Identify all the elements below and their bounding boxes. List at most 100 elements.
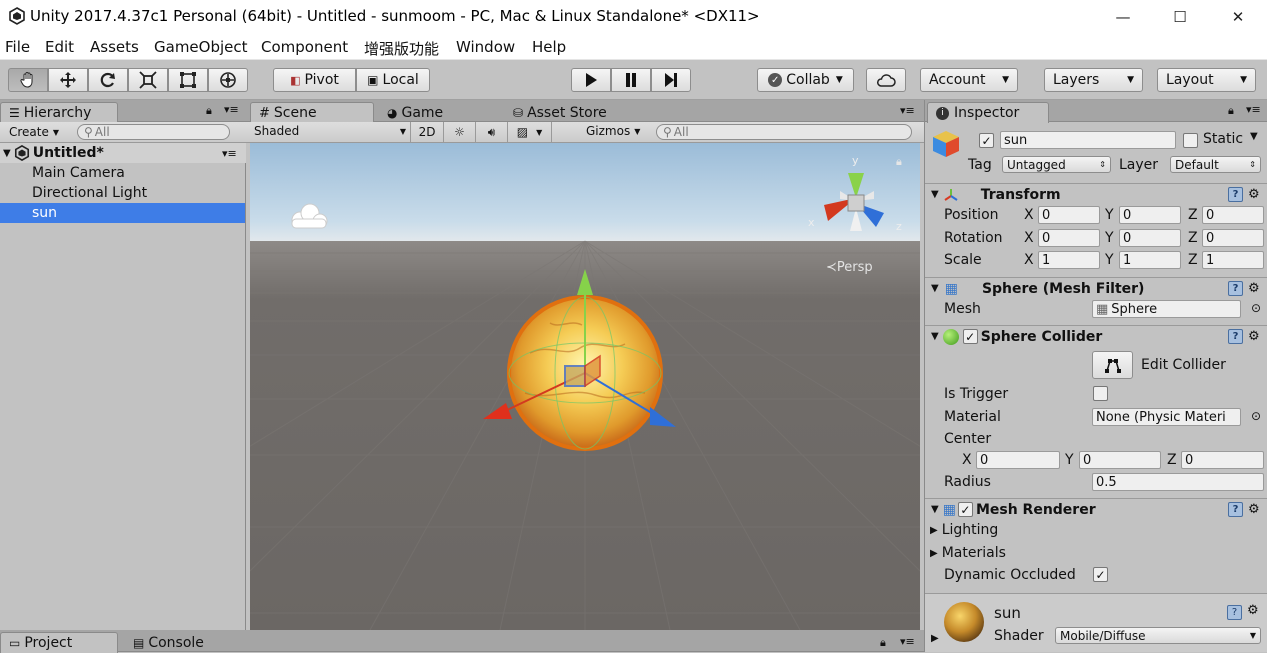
lock-icon[interactable]: 🔒︎	[206, 104, 212, 118]
create-dropdown[interactable]: Create ▼	[9, 125, 59, 139]
hierarchy-search-input[interactable]: ⚲ All	[77, 124, 230, 140]
position-y-field[interactable]: 0	[1119, 206, 1181, 224]
sphere-collider-enabled-checkbox[interactable]: ✓	[962, 329, 978, 344]
tab-scene[interactable]: # Scene	[250, 102, 374, 123]
active-checkbox[interactable]: ✓	[979, 133, 994, 148]
scale-tool-button[interactable]	[128, 68, 168, 92]
transform-header[interactable]: ▼ Transform ? ⚙	[925, 183, 1267, 205]
scale-y-field[interactable]: 1	[1119, 251, 1181, 269]
rotation-y-field[interactable]: 0	[1119, 229, 1181, 247]
menu-gameobject[interactable]: GameObject	[154, 38, 248, 56]
move-tool-button[interactable]	[48, 68, 88, 92]
collapse-arrow-icon[interactable]: ▶	[931, 633, 939, 644]
scene-viewport[interactable]: y x z ≺Persp 🔒︎	[250, 143, 920, 630]
edit-collider-button[interactable]	[1092, 351, 1133, 379]
menu-file[interactable]: File	[5, 38, 30, 56]
lock-icon[interactable]: 🔒︎	[896, 155, 902, 169]
lighting-foldout[interactable]: ▶ Lighting	[930, 522, 998, 538]
mesh-renderer-enabled-checkbox[interactable]: ✓	[957, 502, 973, 517]
tab-project[interactable]: ▭ Project	[0, 632, 118, 653]
hand-tool-button[interactable]	[8, 68, 48, 92]
menu-enhanced[interactable]: 增强版功能	[364, 38, 439, 59]
lock-icon[interactable]: 🔒︎	[1228, 104, 1234, 118]
rect-tool-button[interactable]	[168, 68, 208, 92]
pivot-toggle[interactable]: ◧ Pivot	[273, 68, 356, 92]
lock-icon[interactable]: 🔒︎	[880, 636, 886, 650]
hierarchy-item[interactable]: Directional Light	[0, 183, 245, 203]
materials-foldout[interactable]: ▶ Materials	[930, 545, 1006, 561]
scene-root-row[interactable]: ▼ Untitled* ▾≡	[0, 143, 246, 163]
mesh-field[interactable]: ▦ Sphere	[1092, 300, 1241, 318]
sphere-collider-header[interactable]: ▼ ✓ Sphere Collider ? ⚙	[925, 325, 1267, 347]
mesh-filter-header[interactable]: ▼ ▦ Sphere (Mesh Filter) ? ⚙	[925, 277, 1267, 299]
maximize-button[interactable]: ☐	[1157, 0, 1203, 33]
menu-edit[interactable]: Edit	[45, 38, 74, 56]
tab-console[interactable]: ▤ Console	[124, 632, 234, 653]
pause-button[interactable]	[611, 68, 651, 92]
help-icon[interactable]: ?	[1228, 281, 1243, 296]
rotation-x-field[interactable]: 0	[1038, 229, 1100, 247]
2d-toggle[interactable]: 2D	[410, 122, 444, 142]
minimize-button[interactable]: —	[1100, 0, 1146, 33]
close-button[interactable]: ✕	[1215, 0, 1261, 33]
gear-icon[interactable]: ⚙	[1248, 187, 1260, 202]
gear-icon[interactable]: ⚙	[1248, 329, 1260, 344]
hierarchy-item[interactable]: Main Camera	[0, 163, 245, 183]
gizmos-dropdown[interactable]: Gizmos ▼	[586, 124, 640, 138]
physic-material-field[interactable]: None (Physic Materi	[1092, 408, 1241, 426]
object-name-field[interactable]: sun	[1000, 131, 1176, 149]
panel-menu-icon[interactable]: ▾≡	[900, 635, 915, 648]
scale-x-field[interactable]: 1	[1038, 251, 1100, 269]
help-icon[interactable]: ?	[1228, 329, 1243, 344]
layer-dropdown[interactable]: Default ⇕	[1170, 156, 1261, 173]
layout-dropdown[interactable]: Layout ▼	[1157, 68, 1256, 92]
lighting-toggle[interactable]: ☼	[444, 122, 476, 142]
gear-icon[interactable]: ⚙	[1248, 502, 1260, 517]
persp-label[interactable]: ≺Persp	[826, 260, 873, 275]
rotate-tool-button[interactable]	[88, 68, 128, 92]
menu-help[interactable]: Help	[532, 38, 566, 56]
panel-menu-icon[interactable]: ▾≡	[900, 104, 915, 117]
object-picker-icon[interactable]: ⊙	[1251, 409, 1261, 423]
center-y-field[interactable]: 0	[1079, 451, 1161, 469]
mesh-renderer-header[interactable]: ▼ ▦ ✓ Mesh Renderer ? ⚙	[925, 498, 1267, 520]
help-icon[interactable]: ?	[1227, 605, 1242, 620]
panel-menu-icon[interactable]: ▾≡	[222, 147, 237, 160]
tab-game[interactable]: ◕ Game	[378, 102, 478, 123]
scale-z-field[interactable]: 1	[1202, 251, 1264, 269]
scene-search-input[interactable]: ⚲ All	[656, 124, 912, 140]
layers-dropdown[interactable]: Layers ▼	[1044, 68, 1143, 92]
cloud-button[interactable]	[866, 68, 906, 92]
radius-field[interactable]: 0.5	[1092, 473, 1264, 491]
play-button[interactable]	[571, 68, 611, 92]
transform-tool-button[interactable]	[208, 68, 248, 92]
shader-dropdown[interactable]: Mobile/Diffuse ▼	[1055, 627, 1261, 644]
tab-hierarchy[interactable]: ☰ Hierarchy	[0, 102, 118, 123]
panel-menu-icon[interactable]: ▾≡	[224, 103, 239, 116]
position-z-field[interactable]: 0	[1202, 206, 1264, 224]
tag-dropdown[interactable]: Untagged ⇕	[1002, 156, 1111, 173]
tab-inspector[interactable]: i Inspector	[927, 102, 1049, 123]
local-toggle[interactable]: ▣ Local	[356, 68, 430, 92]
account-dropdown[interactable]: Account ▼	[920, 68, 1018, 92]
center-x-field[interactable]: 0	[976, 451, 1060, 469]
menu-component[interactable]: Component	[261, 38, 348, 56]
chevron-down-icon[interactable]: ▼	[1250, 131, 1258, 142]
panel-menu-icon[interactable]: ▾≡	[1246, 103, 1261, 116]
gear-icon[interactable]: ⚙	[1248, 281, 1260, 296]
collab-dropdown[interactable]: ✓ Collab ▼	[757, 68, 854, 92]
effects-dropdown[interactable]: ▨ ▼	[508, 122, 552, 142]
static-checkbox[interactable]	[1183, 133, 1198, 148]
shading-dropdown[interactable]: Shaded ▼	[254, 124, 406, 138]
rotation-z-field[interactable]: 0	[1202, 229, 1264, 247]
is-trigger-checkbox[interactable]	[1093, 386, 1108, 401]
step-button[interactable]	[651, 68, 691, 92]
hierarchy-item-selected[interactable]: sun	[0, 203, 245, 223]
menu-assets[interactable]: Assets	[90, 38, 139, 56]
dynamic-occluded-checkbox[interactable]: ✓	[1093, 567, 1108, 582]
center-z-field[interactable]: 0	[1181, 451, 1264, 469]
tab-asset-store[interactable]: ⛁ Asset Store	[504, 102, 624, 123]
audio-toggle[interactable]: 🔊︎	[476, 122, 508, 142]
gear-icon[interactable]: ⚙	[1247, 603, 1259, 618]
help-icon[interactable]: ?	[1228, 502, 1243, 517]
